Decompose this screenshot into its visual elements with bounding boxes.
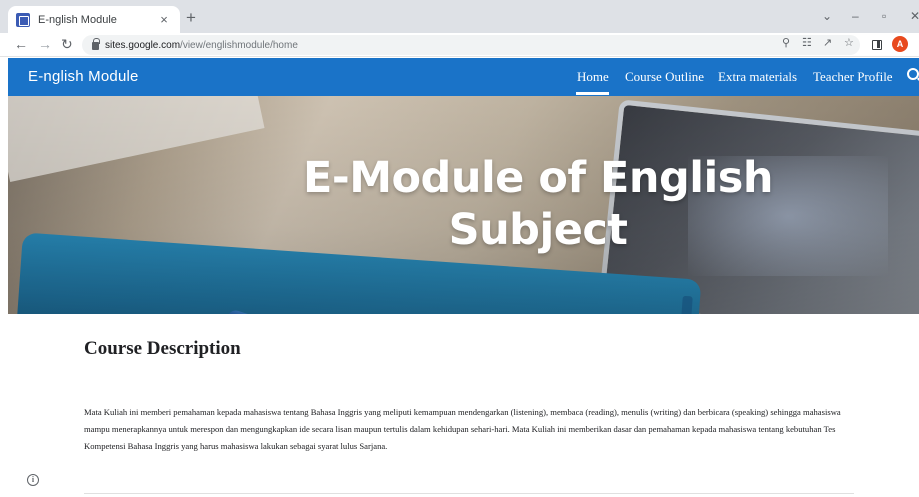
address-bar[interactable]: sites.google.com/view/englishmodule/home — [82, 35, 860, 55]
url-path: /view/englishmodule/home — [180, 39, 298, 51]
translate-icon[interactable]: ☷ — [802, 36, 812, 50]
tab-search-chevron-icon[interactable]: ⌄ — [822, 8, 832, 24]
course-description-text: Mata Kuliah ini memberi pemahaman kepada… — [84, 407, 841, 451]
forward-icon[interactable]: → — [38, 36, 52, 53]
nav-course-outline[interactable]: Course Outline — [625, 69, 704, 85]
browser-tab[interactable]: E-nglish Module × — [8, 6, 180, 33]
hero-title: E-Module of English Subject — [303, 153, 774, 255]
back-icon[interactable]: ← — [14, 36, 28, 53]
content-divider — [84, 493, 854, 494]
minimize-button[interactable]: – — [852, 8, 859, 24]
info-icon[interactable]: i — [27, 474, 39, 486]
nav-extra-materials[interactable]: Extra materials — [718, 69, 797, 85]
nav-teacher-profile[interactable]: Teacher Profile — [813, 69, 893, 85]
restore-button[interactable]: ▫ — [882, 8, 886, 24]
site-header: E-nglish Module Home Course Outline Extr… — [8, 58, 919, 96]
nav-home[interactable]: Home — [577, 69, 609, 85]
url-text: sites.google.com/view/englishmodule/home — [105, 40, 298, 51]
star-icon[interactable]: ☆ — [844, 36, 854, 50]
new-tab-button[interactable]: + — [186, 9, 196, 27]
site-name[interactable]: E-nglish Module — [28, 68, 139, 85]
side-panel-icon[interactable] — [872, 40, 882, 50]
site-search-icon[interactable] — [907, 68, 919, 80]
active-nav-indicator — [576, 92, 609, 95]
browser-toolbar: ← → ↻ sites.google.com/view/englishmodul… — [0, 33, 919, 57]
tab-title: E-nglish Module — [38, 13, 117, 26]
url-domain: sites.google.com — [105, 39, 181, 51]
close-window-button[interactable]: ✕ — [910, 8, 919, 24]
profile-avatar[interactable]: A — [892, 36, 908, 52]
lock-icon[interactable] — [92, 38, 100, 50]
share-icon[interactable]: ↗ — [823, 36, 832, 50]
hero-banner: E-Module of English Subject — [8, 96, 919, 314]
zoom-icon[interactable]: ⚲ — [782, 36, 790, 50]
browser-tab-strip: E-nglish Module × + ⌄ – ▫ ✕ — [0, 0, 919, 33]
reload-icon[interactable]: ↻ — [61, 36, 73, 53]
google-sites-favicon-icon — [16, 12, 30, 27]
tab-close-icon[interactable]: × — [156, 12, 172, 27]
section-title: Course Description — [84, 338, 241, 359]
